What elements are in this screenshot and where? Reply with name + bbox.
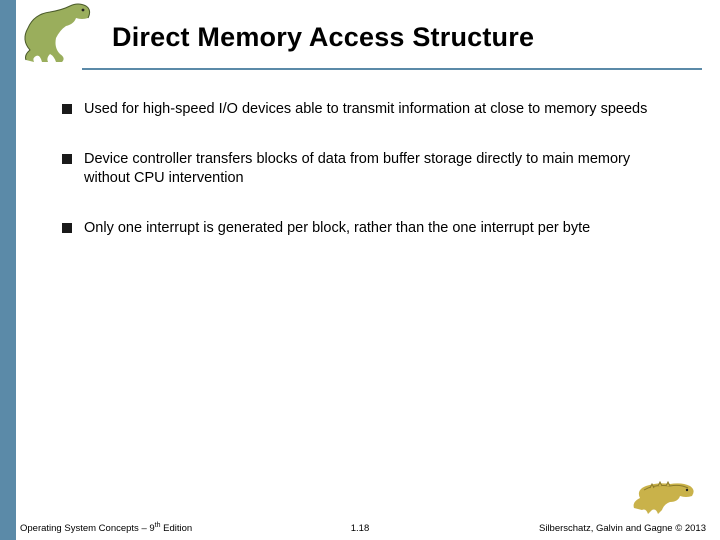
bullet-item: Device controller transfers blocks of da…	[62, 150, 678, 189]
top-dinosaur-icon	[16, 0, 102, 64]
bullet-text: Only one interrupt is generated per bloc…	[84, 219, 678, 239]
title-underline	[82, 68, 702, 70]
bullet-item: Only one interrupt is generated per bloc…	[62, 219, 678, 239]
bullet-text: Used for high-speed I/O devices able to …	[84, 100, 678, 120]
footer-copyright: Silberschatz, Galvin and Gagne © 2013	[539, 523, 706, 534]
square-bullet-icon	[62, 154, 72, 164]
slide: Direct Memory Access Structure Used for …	[0, 0, 720, 540]
slide-footer: Operating System Concepts – 9th Edition …	[0, 502, 720, 540]
bullet-item: Used for high-speed I/O devices able to …	[62, 100, 678, 120]
slide-body: Used for high-speed I/O devices able to …	[62, 100, 678, 268]
slide-title: Direct Memory Access Structure	[112, 22, 692, 53]
square-bullet-icon	[62, 223, 72, 233]
bullet-text: Device controller transfers blocks of da…	[84, 150, 678, 189]
square-bullet-icon	[62, 104, 72, 114]
left-stripe	[0, 0, 16, 540]
